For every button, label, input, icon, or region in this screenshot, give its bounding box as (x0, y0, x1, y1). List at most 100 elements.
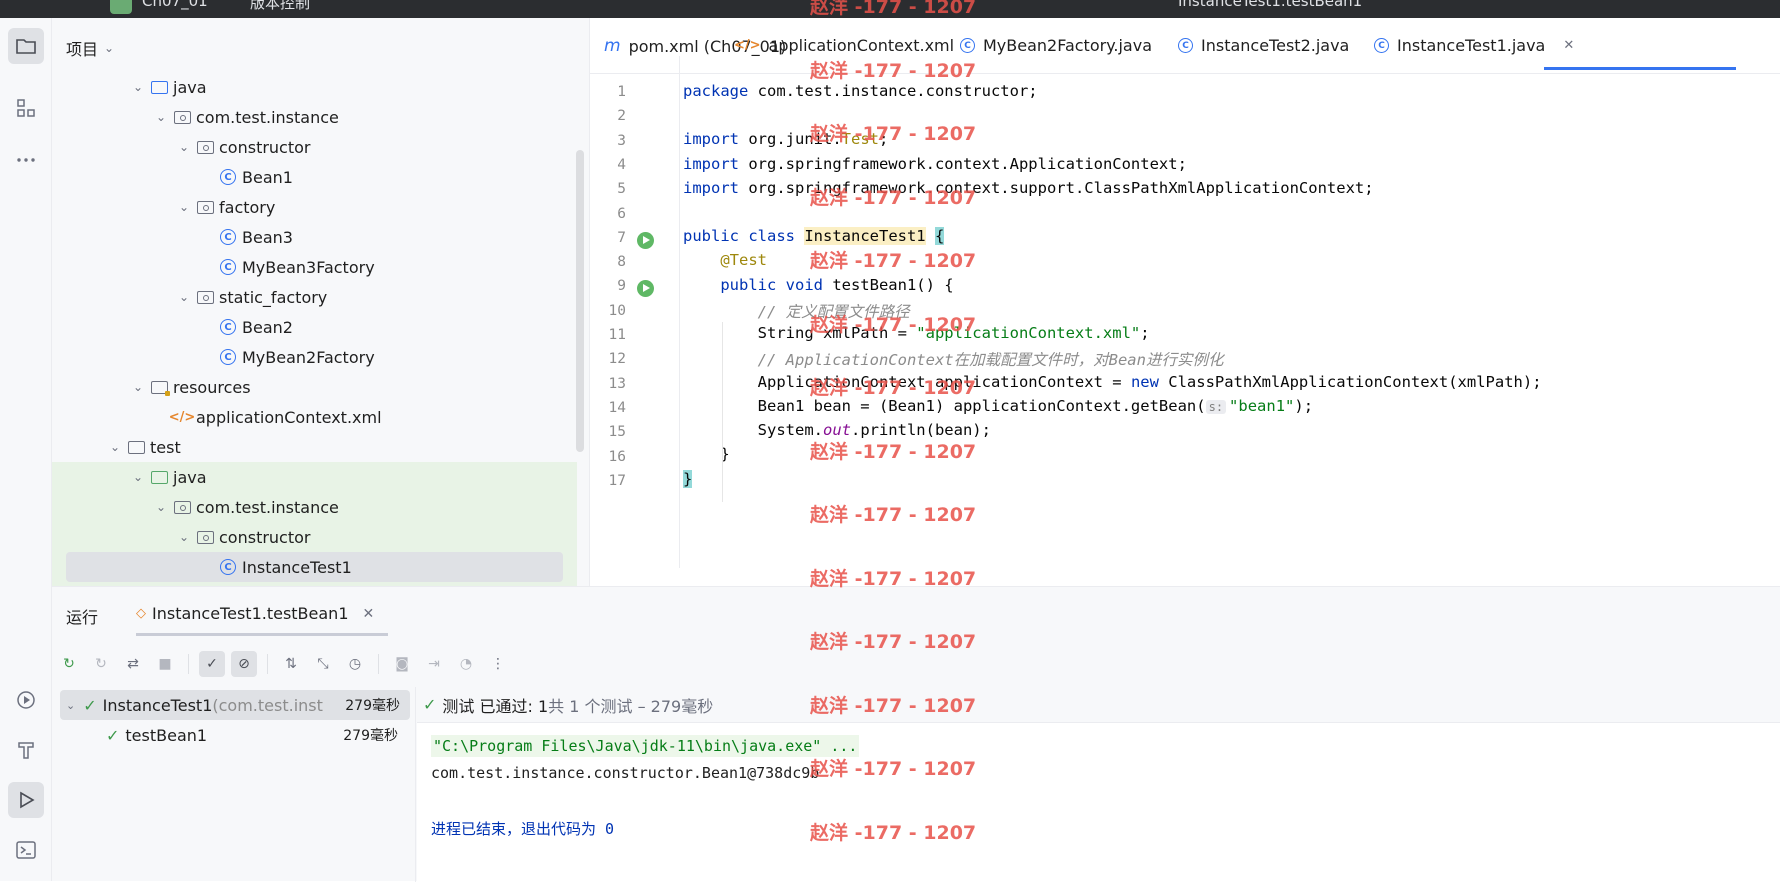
show-ignored-icon[interactable]: ⊘ (231, 651, 257, 677)
vcs-label[interactable]: 版本控制 (250, 0, 310, 13)
tree-item[interactable]: C InstanceTest1 (52, 552, 577, 582)
tree-item[interactable]: ⌄ resources (52, 372, 577, 402)
import-icon[interactable]: ⇥ (421, 651, 447, 677)
tree-item[interactable]: ⌄ java (52, 72, 577, 102)
java-class-icon: C (219, 259, 237, 275)
stop-icon[interactable]: ■ (152, 651, 178, 677)
line-number: 7 (617, 229, 626, 246)
show-passed-icon[interactable]: ✓ (199, 651, 225, 677)
project-tree-scrollbar[interactable] (576, 150, 584, 452)
project-tool-icon[interactable] (8, 28, 44, 64)
tree-item-selected[interactable]: C InstanceTest1 (66, 552, 563, 582)
code-line-13: ApplicationContext applicationContext = … (757, 373, 1542, 391)
run-test-gutter-icon[interactable] (637, 280, 654, 298)
tree-item[interactable]: C MyBean2Factory (52, 342, 577, 372)
console-output[interactable]: ✓ 测试 已通过: 1 共 1 个测试 – 279毫秒 "C:\Program … (417, 687, 1780, 882)
editor-tab[interactable]: C InstanceTest1.java ✕ (1374, 36, 1574, 55)
run-config-selector[interactable]: InstanceTest1.testBean1 (1178, 0, 1362, 10)
chevron-down-icon[interactable]: ⌄ (107, 440, 123, 454)
tool-window-strip (0, 18, 52, 881)
run-panel-title[interactable]: 运行 (66, 604, 98, 628)
tree-item-label: MyBean2Factory (242, 347, 375, 367)
tree-item-label: InstanceTest1 (242, 557, 352, 577)
tree-item-label: applicationContext.xml (196, 407, 382, 427)
check-icon: ✓ (423, 695, 437, 714)
more-options-icon[interactable]: ⋮ (485, 651, 511, 677)
test-status-bar: ✓ 测试 已通过: 1 共 1 个测试 – 279毫秒 (417, 687, 1780, 723)
tree-item[interactable]: ⌄ constructor (52, 522, 577, 552)
run-tab-label: InstanceTest1.testBean1 (152, 604, 349, 623)
test-method-name: testBean1 (125, 725, 208, 745)
close-icon[interactable]: ✕ (363, 606, 375, 622)
chevron-down-icon[interactable]: ⌄ (130, 380, 146, 394)
rerun-failed-icon[interactable]: ↻ (88, 651, 114, 677)
test-passed-label: 测试 已通过: 1 (442, 696, 549, 716)
tree-item[interactable]: C Bean2 (52, 312, 577, 342)
chevron-down-icon[interactable]: ⌄ (176, 200, 192, 214)
close-icon[interactable]: ✕ (1563, 38, 1574, 53)
terminal-tool-icon[interactable] (8, 832, 44, 868)
toolbar-separator (188, 654, 189, 674)
chevron-down-icon[interactable]: ⌄ (130, 80, 146, 94)
editor-tab-label: MyBean2Factory.java (983, 36, 1152, 55)
chevron-down-icon[interactable]: ⌄ (176, 290, 192, 304)
tree-item-label: Bean2 (242, 317, 293, 337)
collapse-icon[interactable]: ⤡ (310, 651, 336, 677)
toggle-auto-test-icon[interactable]: ⇄ (120, 651, 146, 677)
services-tool-icon[interactable] (8, 682, 44, 718)
chevron-down-icon[interactable]: ⌄ (176, 530, 192, 544)
test-row-class[interactable]: ⌄ ✓ InstanceTest1 (com.test.inst 279毫秒 (60, 690, 410, 720)
tree-item[interactable]: ⌄ test (52, 432, 577, 462)
code-line-3: import org.junit.Test; (683, 130, 889, 148)
run-test-gutter-icon[interactable] (637, 231, 654, 249)
line-number: 8 (617, 254, 626, 271)
tree-item[interactable]: C MyBean3Factory (52, 252, 577, 282)
test-class-time: 279毫秒 (345, 698, 400, 714)
editor-tab[interactable]: C MyBean2Factory.java (960, 36, 1152, 55)
tree-item[interactable]: ⌄ java (52, 462, 577, 492)
run-config-tab[interactable]: ◇ InstanceTest1.testBean1 ✕ (136, 604, 374, 623)
run-panel: 运行 ◇ InstanceTest1.testBean1 ✕ ↻ ↻ ⇄ ■ ✓… (52, 586, 1780, 882)
editor-tab-label: InstanceTest1.java (1397, 36, 1546, 55)
more-tools-icon[interactable] (8, 142, 44, 178)
tree-item-label: Bean3 (242, 227, 293, 247)
project-badge-icon[interactable] (110, 0, 132, 14)
tree-item[interactable]: ⌄ constructor (52, 132, 577, 162)
test-results-tree: ⌄ ✓ InstanceTest1 (com.test.inst 279毫秒 ✓… (52, 687, 416, 882)
rerun-icon[interactable]: ↻ (56, 651, 82, 677)
package-icon (196, 199, 214, 215)
tree-item[interactable]: C Bean1 (52, 162, 577, 192)
editor-tab[interactable]: C InstanceTest2.java (1178, 36, 1349, 55)
project-name[interactable]: Ch07_01 (142, 0, 208, 10)
test-row-method[interactable]: ✓ testBean1 279毫秒 (106, 720, 416, 750)
java-class-icon: C (219, 319, 237, 335)
chevron-down-icon[interactable]: ⌄ (176, 140, 192, 154)
project-panel-title: 项目 (66, 40, 99, 59)
structure-tool-icon[interactable] (8, 90, 44, 126)
build-tool-icon[interactable] (8, 732, 44, 768)
chevron-down-icon[interactable]: ⌄ (153, 500, 169, 514)
tree-item-label: constructor (219, 527, 311, 547)
tree-item[interactable]: ⌄ com.test.instance (52, 102, 577, 132)
tree-item[interactable]: ⌄ factory (52, 192, 577, 222)
editor-tab[interactable]: </> applicationContext.xml (734, 36, 954, 55)
chevron-down-icon[interactable]: ⌄ (130, 470, 146, 484)
gauge-icon[interactable]: ◔ (453, 651, 479, 677)
line-number: 2 (617, 108, 626, 125)
class-icon: C (1374, 38, 1389, 53)
tree-item[interactable]: ⌄ com.test.instance (52, 492, 577, 522)
code-line-10: // 定义配置文件路径 (757, 303, 910, 321)
tree-item[interactable]: </> applicationContext.xml (52, 402, 577, 432)
project-panel-header[interactable]: 项目 ⌄ (66, 36, 114, 60)
history-icon[interactable]: ◷ (342, 651, 368, 677)
tree-item[interactable]: ⌄ static_factory (52, 282, 577, 312)
camera-icon[interactable]: ◙ (389, 651, 415, 677)
sort-icon[interactable]: ⇅ (278, 651, 304, 677)
chevron-down-icon[interactable]: ⌄ (153, 110, 169, 124)
project-panel: 项目 ⌄ ⌄ java ⌄ com.test.instance ⌄ constructor… (52, 18, 590, 586)
tree-item[interactable]: C Bean3 (52, 222, 577, 252)
line-number: 13 (608, 375, 626, 392)
run-tool-icon[interactable] (8, 782, 44, 818)
code-line-15: System.out.println(bean); (757, 421, 991, 439)
code-line-9: public void testBean1() { (720, 276, 954, 294)
